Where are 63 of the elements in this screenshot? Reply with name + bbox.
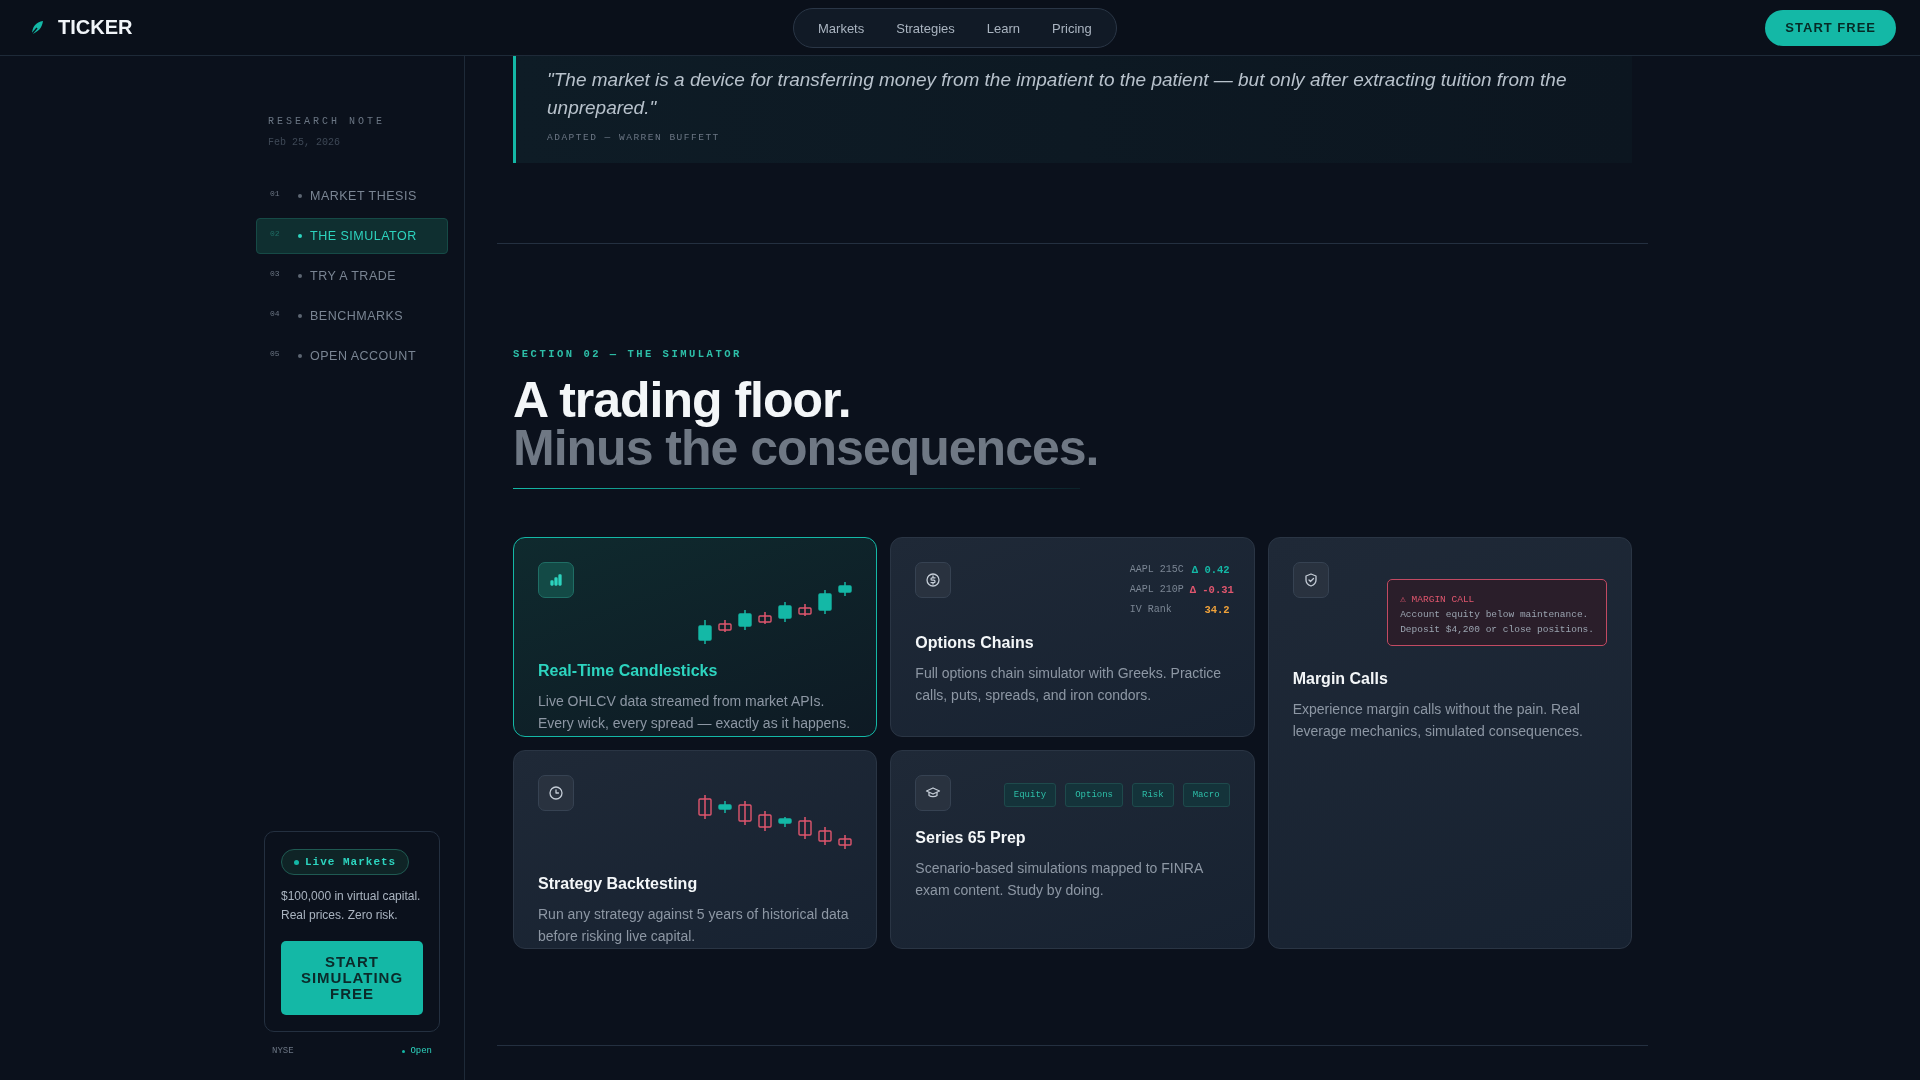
option-value: Δ 0.42 xyxy=(1191,564,1230,576)
option-value: 34.2 xyxy=(1204,604,1230,616)
nav-link[interactable]: Pricing xyxy=(1038,14,1106,42)
toc-item[interactable]: 05 OPEN ACCOUNT xyxy=(256,338,448,374)
toc-item[interactable]: 04 BENCHMARKS xyxy=(256,298,448,334)
market-status: Open xyxy=(410,1046,432,1056)
toc-number: 05 xyxy=(270,348,281,358)
toc-label: BENCHMARKS xyxy=(310,309,404,323)
card-description: Scenario-based simulations mapped to FINRA exam content. Study by doing. xyxy=(915,859,1204,900)
alert-text: Deposit $4,200 or close positions. xyxy=(1400,623,1594,637)
toc-number: 04 xyxy=(270,308,281,318)
badge-label: Live Markets xyxy=(305,856,397,868)
card-title: Margin Calls xyxy=(1292,670,1389,688)
quote-attribution: ADAPTED — WARREN BUFFETT xyxy=(547,132,721,143)
card-description: Full options chain simulator with Greeks. Practice calls, puts, spreads, and iron condors. xyxy=(915,664,1223,705)
status-dot-icon xyxy=(402,1049,406,1053)
bullet-dot-icon xyxy=(298,354,302,358)
sidebar-eyebrow: RESEARCH NOTE xyxy=(267,116,386,127)
clock-icon xyxy=(548,785,564,801)
toc-label: THE SIMULATOR xyxy=(310,229,417,243)
topic-tag: Equity xyxy=(1003,783,1057,807)
card-title: Options Chains xyxy=(915,634,1035,652)
bullet-dot-icon xyxy=(298,234,302,238)
promo-text: $100,000 in virtual capital. Real prices. Zero risk. xyxy=(281,888,422,924)
card-description: Experience margin calls without the pain. Real leverage mechanics, simulated consequences. xyxy=(1292,700,1584,741)
shield-check-icon xyxy=(1302,572,1319,588)
card-description: Live OHLCV data streamed from market APIs. Every wick, every spread — exactly as it happens. xyxy=(538,692,852,733)
alert-text: Account equity below maintenance. xyxy=(1400,608,1590,622)
alert-title: ⚠ MARGIN CALL xyxy=(1400,593,1476,607)
toc-item[interactable]: 01 MARKET THESIS xyxy=(256,178,448,214)
card-title: Real-Time Candlesticks xyxy=(538,662,719,680)
card-title: Strategy Backtesting xyxy=(538,875,699,893)
option-symbol: AAPL 215C xyxy=(1129,564,1184,576)
section-label: SECTION 02 — THE SIMULATOR xyxy=(513,348,743,360)
start-simulating-button[interactable]: START SIMULATING FREE xyxy=(281,941,423,1015)
bar-chart-icon xyxy=(548,572,564,588)
brand-name[interactable]: TICKER xyxy=(58,16,133,39)
option-value: Δ -0.31 xyxy=(1189,584,1234,596)
bullet-dot-icon xyxy=(298,194,302,198)
nav-link[interactable]: Learn xyxy=(972,14,1035,42)
toc-label: MARKET THESIS xyxy=(310,189,417,203)
option-symbol: AAPL 210P xyxy=(1129,584,1184,596)
nav-link[interactable]: Markets xyxy=(804,14,879,42)
card-title: Series 65 Prep xyxy=(915,829,1027,847)
toc-item[interactable]: 03 TRY A TRADE xyxy=(256,258,448,294)
toc-number: 01 xyxy=(270,188,281,198)
start-free-button[interactable]: START FREE xyxy=(1765,9,1896,46)
exchange-label: NYSE xyxy=(272,1046,294,1056)
quote-text: "The market is a device for transferring money from the impatient to the patient — but only after extracting tuition from the unprepared." xyxy=(547,68,1568,120)
nav-link[interactable]: Strategies xyxy=(882,14,969,42)
bullet-dot-icon xyxy=(298,274,302,278)
toc-number: 03 xyxy=(270,268,281,278)
toc-label: TRY A TRADE xyxy=(310,269,397,283)
dollar-coin-icon xyxy=(925,572,942,588)
bullet-dot-icon xyxy=(298,314,302,318)
leaf-logo-icon xyxy=(30,19,44,36)
toc-label: OPEN ACCOUNT xyxy=(310,349,416,363)
topic-tag: Risk xyxy=(1132,783,1174,807)
topic-tag: Macro xyxy=(1182,783,1230,807)
topic-tag: Options xyxy=(1065,783,1124,807)
option-symbol: IV Rank xyxy=(1129,604,1172,616)
card-description: Run any strategy against 5 years of historical data before risking live capital. xyxy=(538,905,850,946)
status-dot-icon xyxy=(294,859,299,865)
